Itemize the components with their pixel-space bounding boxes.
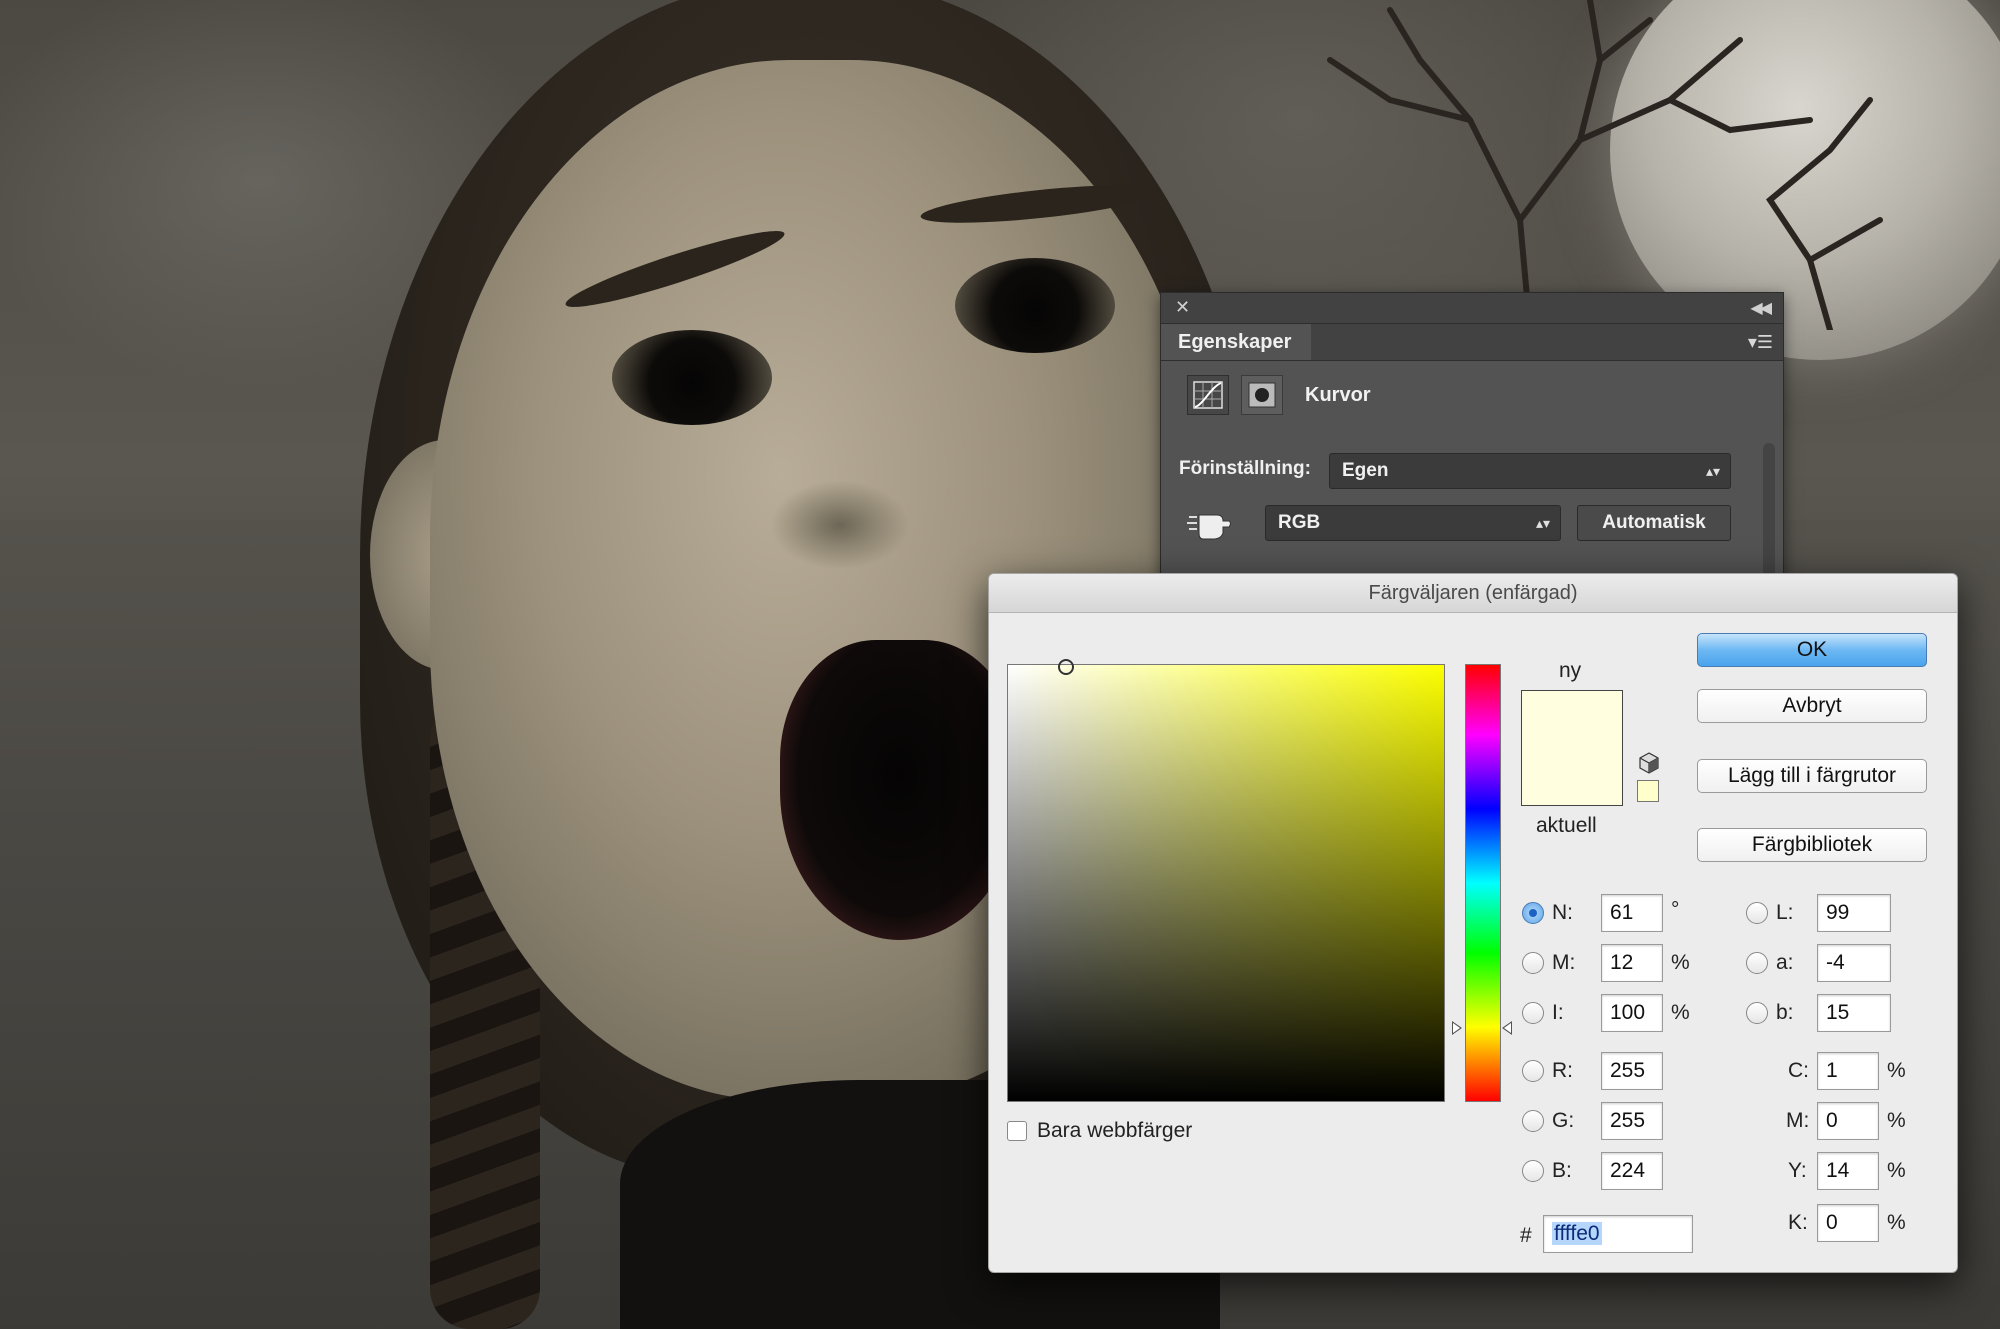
radio-lab-b[interactable] [1746, 1002, 1768, 1024]
saturation-label: M: [1552, 951, 1576, 974]
web-colors-only[interactable]: Bara webbfärger [1007, 1119, 1192, 1143]
black-input[interactable]: 0 [1817, 1204, 1879, 1242]
mouth [780, 640, 1020, 940]
magenta-unit: % [1887, 1109, 1906, 1132]
preset-select[interactable]: Egen ▴▾ [1329, 453, 1731, 489]
hue-slider[interactable] [1465, 664, 1501, 1102]
out-of-gamut-cube-icon[interactable] [1639, 752, 1659, 779]
brightness-label: I: [1552, 1001, 1564, 1024]
cancel-button[interactable]: Avbryt [1697, 689, 1927, 723]
radio-saturation[interactable] [1522, 952, 1544, 974]
select-arrows-icon: ▴▾ [1535, 515, 1550, 531]
saturation-input[interactable]: 12 [1601, 944, 1663, 982]
lab-a-input[interactable]: -4 [1817, 944, 1891, 982]
hue-input[interactable]: 61 [1601, 894, 1663, 932]
eye-right [955, 258, 1115, 353]
lab-a-label: a: [1776, 951, 1794, 974]
auto-button[interactable]: Automatisk [1577, 505, 1731, 541]
cyan-input[interactable]: 1 [1817, 1052, 1879, 1090]
black-unit: % [1887, 1211, 1906, 1234]
yellow-unit: % [1887, 1159, 1906, 1182]
yellow-label: Y: [1788, 1159, 1807, 1182]
lab-l-input[interactable]: 99 [1817, 894, 1891, 932]
close-icon[interactable]: ✕ [1175, 297, 1190, 318]
red-label: R: [1552, 1059, 1573, 1082]
hue-slider-arrow-left[interactable] [1452, 1021, 1462, 1035]
adjustment-title: Kurvor [1305, 383, 1371, 406]
dialog-title: Färgväljaren (enfärgad) [989, 574, 1957, 613]
tree-branches [1327, 0, 1883, 330]
radio-brightness[interactable] [1522, 1002, 1544, 1024]
current-color-label: aktuell [1536, 814, 1597, 837]
color-preview [1521, 690, 1623, 806]
new-color-swatch [1522, 691, 1622, 805]
eye-left [612, 330, 772, 425]
hex-label: # [1520, 1224, 1532, 1247]
web-colors-checkbox[interactable] [1007, 1121, 1027, 1141]
radio-hue[interactable] [1522, 902, 1544, 924]
panel-menu-icon[interactable]: ▾☰ [1748, 332, 1773, 353]
preset-label: Förinställning: [1179, 458, 1311, 479]
red-input[interactable]: 255 [1601, 1052, 1663, 1090]
cyan-unit: % [1887, 1059, 1906, 1082]
properties-panel: ✕ ◀◀ Egenskaper ▾☰ Kurvor Förinställning… [1160, 292, 1784, 604]
add-to-swatches-button[interactable]: Lägg till i färgrutor [1697, 759, 1927, 793]
magenta-label: M: [1786, 1109, 1810, 1132]
hue-slider-arrow-right[interactable] [1502, 1021, 1512, 1035]
green-input[interactable]: 255 [1601, 1102, 1663, 1140]
color-field-marker[interactable] [1058, 659, 1074, 675]
yellow-input[interactable]: 14 [1817, 1152, 1879, 1190]
brightness-input[interactable]: 100 [1601, 994, 1663, 1032]
new-color-label: ny [1559, 659, 1582, 682]
hex-input[interactable]: ffffe0 [1543, 1215, 1693, 1253]
lab-b-label: b: [1776, 1001, 1794, 1024]
radio-green[interactable] [1522, 1110, 1544, 1132]
hue-unit: ° [1671, 898, 1680, 921]
color-picker-dialog: Färgväljaren (enfärgad) Bara webbfärger … [988, 573, 1958, 1273]
radio-red[interactable] [1522, 1060, 1544, 1082]
preset-select-value: Egen [1342, 460, 1389, 481]
select-arrows-icon: ▴▾ [1705, 463, 1720, 479]
radio-blue[interactable] [1522, 1160, 1544, 1182]
radio-lab-l[interactable] [1746, 902, 1768, 924]
magenta-input[interactable]: 0 [1817, 1102, 1879, 1140]
curves-adjustment-icon[interactable] [1187, 375, 1229, 415]
blue-input[interactable]: 224 [1601, 1152, 1663, 1190]
web-safe-swatch[interactable] [1637, 780, 1659, 802]
lab-b-input[interactable]: 15 [1817, 994, 1891, 1032]
panel-header: ✕ ◀◀ [1161, 293, 1783, 324]
layer-mask-icon[interactable] [1241, 375, 1283, 415]
hue-label: N: [1552, 901, 1573, 924]
color-field[interactable] [1007, 659, 1445, 1102]
green-label: G: [1552, 1109, 1575, 1132]
tab-properties[interactable]: Egenskaper [1161, 324, 1311, 360]
targeted-adjustment-hand-icon[interactable] [1187, 509, 1233, 546]
ok-button[interactable]: OK [1697, 633, 1927, 667]
collapse-icon[interactable]: ◀◀ [1750, 298, 1772, 318]
hex-value: ffffe0 [1552, 1222, 1602, 1245]
cyan-label: C: [1788, 1059, 1809, 1082]
nose [770, 480, 910, 570]
radio-lab-a[interactable] [1746, 952, 1768, 974]
brightness-unit: % [1671, 1001, 1690, 1024]
channel-select-value: RGB [1278, 512, 1321, 533]
blue-label: B: [1552, 1159, 1572, 1182]
color-libraries-button[interactable]: Färgbibliotek [1697, 828, 1927, 862]
panel-tab-bar: Egenskaper ▾☰ [1161, 324, 1783, 361]
saturation-unit: % [1671, 951, 1690, 974]
lab-l-label: L: [1776, 901, 1794, 924]
black-label: K: [1788, 1211, 1808, 1234]
web-colors-label: Bara webbfärger [1037, 1119, 1193, 1142]
adjustment-header: Kurvor [1187, 375, 1371, 415]
channel-select[interactable]: RGB ▴▾ [1265, 505, 1561, 541]
